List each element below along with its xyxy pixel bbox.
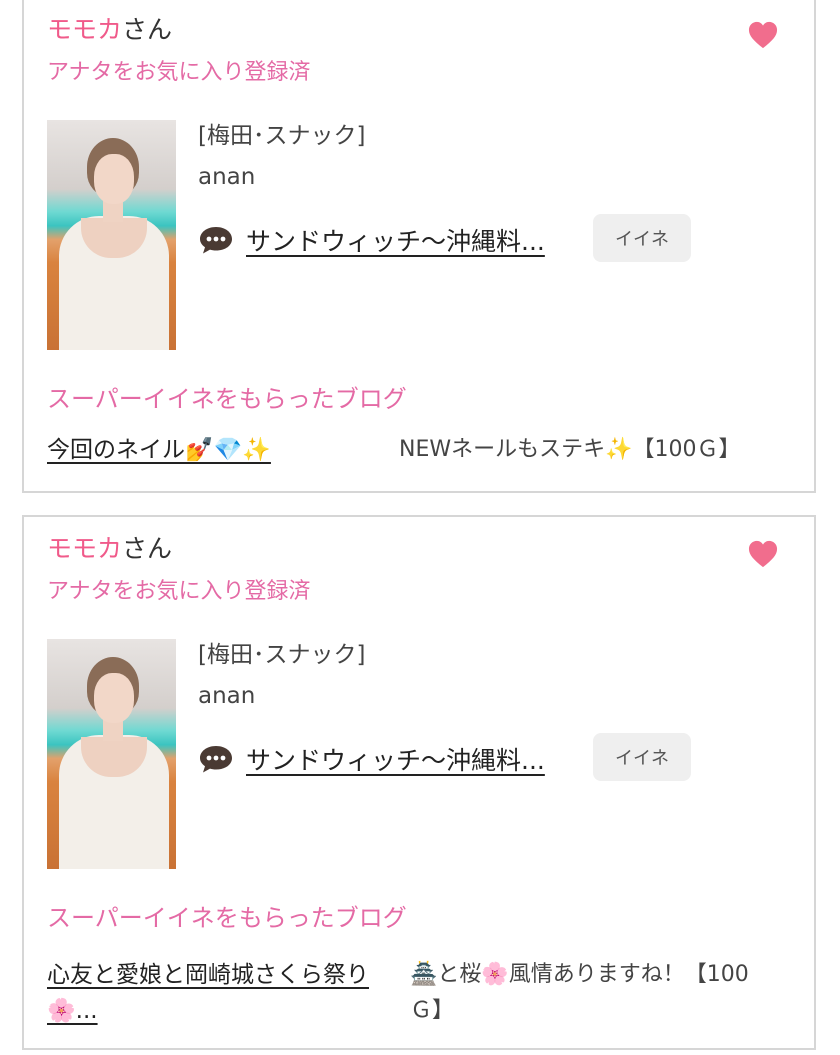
favorite-status: アナタをお気に入り登録済 (47, 60, 311, 85)
latest-blog[interactable]: サンドウィッチ〜沖縄料... (198, 739, 576, 779)
profile-photo[interactable] (47, 639, 176, 869)
heart-icon[interactable] (748, 539, 778, 569)
favorite-card: モモカさん アナタをお気に入り登録済 [梅田･スナック] anan サンドウィッ… (22, 0, 816, 493)
favorite-card: モモカさん アナタをお気に入り登録済 [梅田･スナック] anan サンドウィッ… (22, 515, 816, 1050)
shop-name: anan (198, 683, 256, 709)
category-label: [梅田･スナック] (198, 123, 366, 149)
user-name[interactable]: モモカさん (47, 531, 172, 567)
profile-photo[interactable] (47, 120, 176, 350)
super-like-comment: NEWネールもステキ✨【100Ｇ】 (399, 437, 741, 462)
blog-link[interactable]: サンドウィッチ〜沖縄料... (246, 222, 576, 258)
super-like-heading: スーパーイイネをもらったブログ (47, 385, 407, 413)
blog-link[interactable]: サンドウィッチ〜沖縄料... (246, 741, 576, 777)
user-name[interactable]: モモカさん (47, 12, 172, 48)
favorite-status: アナタをお気に入り登録済 (47, 579, 311, 604)
latest-blog[interactable]: サンドウィッチ〜沖縄料... (198, 220, 576, 260)
chat-bubble-icon (200, 746, 232, 773)
super-like-comment: 🏯と桜🌸風情ありますね！【100Ｇ】 (410, 962, 749, 1023)
super-like-heading: スーパーイイネをもらったブログ (47, 904, 407, 932)
heart-icon[interactable] (748, 20, 778, 50)
chat-bubble-icon (200, 227, 232, 254)
category-label: [梅田･スナック] (198, 642, 366, 668)
like-button[interactable]: イイネ (593, 733, 691, 781)
shop-name: anan (198, 164, 256, 190)
like-button[interactable]: イイネ (593, 214, 691, 262)
super-like-blog-link[interactable]: 心友と愛娘と岡崎城さくら祭り🌸... (47, 957, 392, 1029)
super-like-blog-link[interactable]: 今回のネイル💅💎✨ (47, 434, 271, 466)
